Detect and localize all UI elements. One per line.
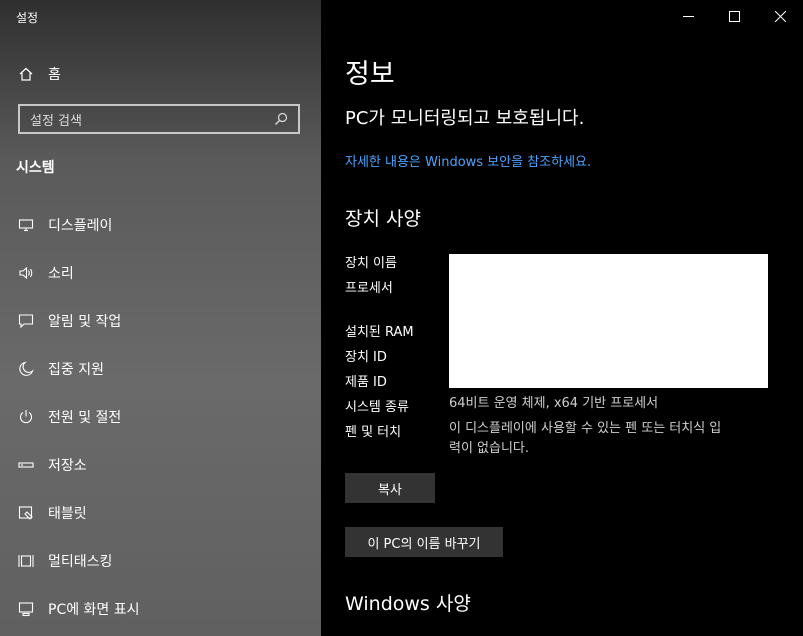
storage-icon — [18, 462, 34, 468]
sidebar-item-label: 소리 — [48, 266, 74, 282]
main-content: 정보 PC가 모니터링되고 보호됩니다. 자세한 내용은 Windows 보안을… — [321, 0, 803, 636]
device-spec-heading: 장치 사양 — [345, 208, 421, 230]
sidebar-item-storage[interactable]: 저장소 — [0, 441, 321, 489]
search-input[interactable]: 설정 검색 — [18, 104, 300, 134]
close-icon — [774, 10, 786, 22]
sidebar-item-label: 멀티태스킹 — [48, 554, 113, 570]
page-title: 정보 — [345, 59, 395, 90]
sidebar-item-tablet[interactable]: 태블릿 — [0, 489, 321, 537]
sidebar-nav: 디스플레이 소리 알림 및 작업 집중 지원 전원 및 절전 저장소 태블릿 멀… — [0, 201, 321, 633]
processor-label: 프로세서 — [345, 281, 393, 296]
sidebar-item-project[interactable]: PC에 화면 표시 — [0, 585, 321, 633]
sidebar-item-label: 태블릿 — [48, 506, 87, 522]
system-type-value: 64비트 운영 체제, x64 기반 프로세서 — [449, 396, 659, 411]
moon-icon — [19, 361, 34, 376]
pen-touch-value: 이 디스플레이에 사용할 수 있는 펜 또는 터치식 입 력이 없습니다. — [449, 419, 779, 459]
maximize-icon — [728, 10, 740, 22]
home-label: 홈 — [48, 67, 61, 83]
search-placeholder: 설정 검색 — [30, 113, 82, 129]
sidebar-item-power[interactable]: 전원 및 절전 — [0, 393, 321, 441]
minimize-icon — [682, 15, 694, 17]
sidebar-item-label: 전원 및 절전 — [48, 410, 122, 426]
pen-touch-value-line2: 력이 없습니다. — [449, 441, 530, 456]
sidebar-item-label: PC에 화면 표시 — [48, 602, 140, 618]
protection-status: PC가 모니터링되고 보호됩니다. — [345, 108, 585, 129]
sidebar-item-label: 알림 및 작업 — [48, 314, 122, 330]
notification-icon — [18, 314, 34, 329]
copy-button[interactable]: 복사 — [345, 473, 435, 503]
security-link[interactable]: 자세한 내용은 Windows 보안을 참조하세요. — [345, 151, 591, 170]
sidebar-item-display[interactable]: 디스플레이 — [0, 201, 321, 249]
minimize-button[interactable] — [665, 0, 711, 32]
multitasking-icon — [18, 555, 34, 567]
speaker-icon — [19, 266, 33, 280]
ram-label: 설치된 RAM — [345, 325, 414, 340]
sidebar-item-notifications[interactable]: 알림 및 작업 — [0, 297, 321, 345]
settings-window: 설정 홈 설정 검색 시스템 디스플레이 소리 알림 및 작업 집중 지원 전원… — [0, 0, 803, 636]
sidebar-item-label: 집중 지원 — [48, 362, 104, 378]
sidebar-item-label: 디스플레이 — [48, 218, 113, 234]
sidebar-item-multitasking[interactable]: 멀티태스킹 — [0, 537, 321, 585]
pen-touch-value-line1: 이 디스플레이에 사용할 수 있는 펜 또는 터치식 입 — [449, 421, 722, 436]
home-icon — [19, 67, 33, 81]
project-icon — [18, 602, 34, 617]
device-name-label: 장치 이름 — [345, 256, 397, 271]
windows-spec-heading: Windows 사양 — [345, 593, 471, 615]
device-id-label: 장치 ID — [345, 350, 387, 365]
monitor-icon — [18, 219, 34, 232]
tablet-icon — [18, 506, 33, 520]
search-icon[interactable] — [274, 112, 288, 126]
product-id-label: 제품 ID — [345, 375, 387, 390]
home-nav-item[interactable]: 홈 — [18, 62, 61, 86]
sidebar: 설정 홈 설정 검색 시스템 디스플레이 소리 알림 및 작업 집중 지원 전원… — [0, 0, 321, 636]
sidebar-item-sound[interactable]: 소리 — [0, 249, 321, 297]
sidebar-item-focus-assist[interactable]: 집중 지원 — [0, 345, 321, 393]
system-type-label: 시스템 종류 — [345, 400, 409, 415]
maximize-button[interactable] — [711, 0, 757, 32]
close-button[interactable] — [757, 0, 803, 32]
caption-buttons — [665, 0, 803, 32]
app-title: 설정 — [16, 11, 39, 25]
rename-pc-button[interactable]: 이 PC의 이름 바꾸기 — [345, 527, 503, 557]
section-title: 시스템 — [16, 160, 55, 176]
sidebar-item-label: 저장소 — [48, 458, 87, 474]
pen-touch-label: 펜 및 터치 — [345, 425, 402, 440]
redacted-spec-values — [449, 254, 768, 388]
power-icon — [19, 410, 33, 424]
